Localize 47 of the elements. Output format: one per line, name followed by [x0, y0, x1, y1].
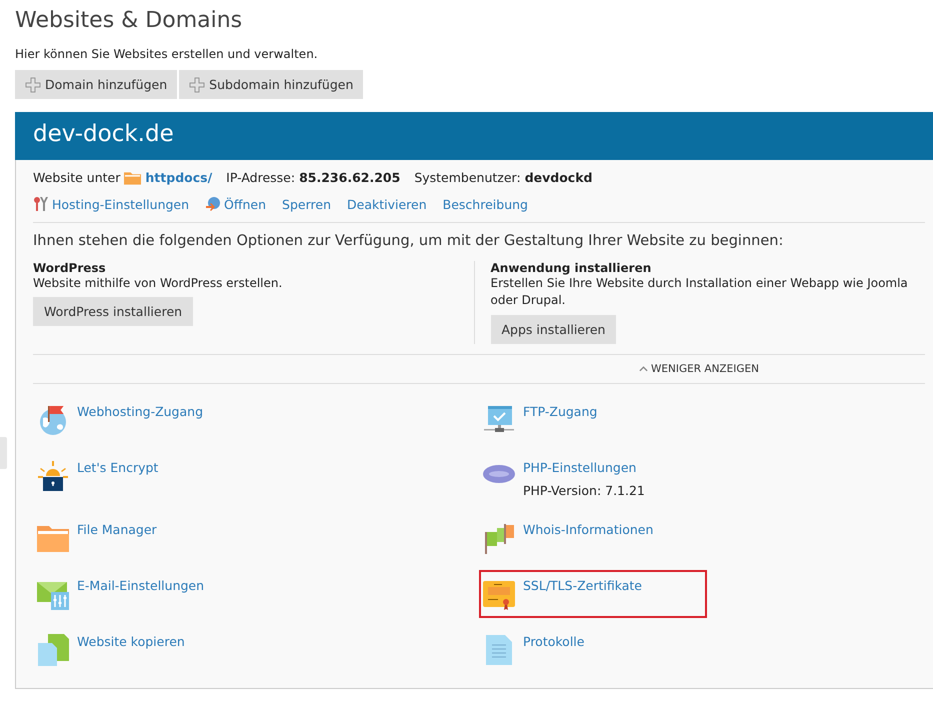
tool-link[interactable]: File Manager — [77, 522, 157, 537]
version-note: PHP-Version: 7.1.21 — [523, 482, 645, 498]
install-button[interactable]: Apps installieren — [490, 314, 616, 344]
globe-flag-icon — [37, 404, 69, 436]
tool-link[interactable]: Website kopieren — [77, 634, 185, 649]
chevron-icon — [639, 366, 648, 372]
plus-icon — [189, 76, 206, 92]
action-link[interactable]: Beschreibung — [442, 196, 528, 212]
tools-icon — [33, 196, 49, 212]
add-button[interactable]: Domain hinzufügen — [15, 70, 178, 99]
action-link[interactable]: Öffnen — [224, 196, 266, 212]
document-icon — [483, 634, 515, 666]
page-description: Hier können Sie Websites erstellen und verwalten. — [15, 47, 319, 61]
info-label: IP-Adresse: — [226, 170, 296, 185]
copy-pages-icon — [37, 634, 69, 666]
padlock-sun-icon — [37, 460, 69, 492]
option-text: Erstellen Sie Ihre Website durch Installation einer Webapp wie Joomla oder Drupal. — [490, 275, 909, 310]
tool-link[interactable]: PHP-Einstellungen — [523, 460, 645, 475]
tool-link[interactable]: SSL/TLS-Zertifikate — [523, 578, 642, 593]
action-link[interactable]: Sperren — [282, 196, 332, 212]
tool-link[interactable]: Let's Encrypt — [77, 460, 158, 475]
intro-text: Ihnen stehen die folgenden Optionen zur Verfügung, um mit der Gestaltung Ihrer Website zu beginnen: — [33, 233, 784, 249]
page-title: Websites & Domains — [15, 8, 244, 33]
tool-link[interactable]: Webhosting-Zugang — [77, 404, 204, 419]
side-tab[interactable] — [0, 437, 7, 469]
action-link[interactable]: Hosting-Einstellungen — [52, 196, 190, 212]
tool-link[interactable]: Whois-Informationen — [523, 522, 654, 537]
option-title: Anwendung installieren — [490, 261, 652, 275]
option-title: WordPress — [33, 261, 107, 275]
option-text: Website mithilfe von WordPress erstellen. — [33, 275, 284, 292]
info-value: devdockd — [524, 170, 592, 185]
globe-icon — [205, 196, 222, 212]
plus-icon — [25, 76, 41, 92]
action-link[interactable]: Deaktivieren — [347, 196, 427, 212]
info-label: Systembenutzer: — [414, 170, 521, 185]
tool-link[interactable]: Protokolle — [523, 634, 584, 649]
info-value: 85.236.62.205 — [299, 170, 400, 185]
add-button[interactable]: Subdomain hinzufügen — [179, 70, 364, 99]
folder-link[interactable]: httpdocs/ — [145, 170, 212, 185]
install-button[interactable]: WordPress installieren — [33, 297, 194, 326]
tool-link[interactable]: FTP-Zugang — [523, 404, 598, 419]
folder-icon — [124, 170, 142, 184]
show-less-link[interactable]: WENIGER ANZEIGEN — [639, 362, 759, 375]
domain-name: dev-dock.de — [33, 121, 174, 147]
flags-icon — [483, 522, 515, 554]
tool-link[interactable]: E-Mail-Einstellungen — [77, 578, 204, 593]
info-label: Website unter — [33, 170, 120, 185]
